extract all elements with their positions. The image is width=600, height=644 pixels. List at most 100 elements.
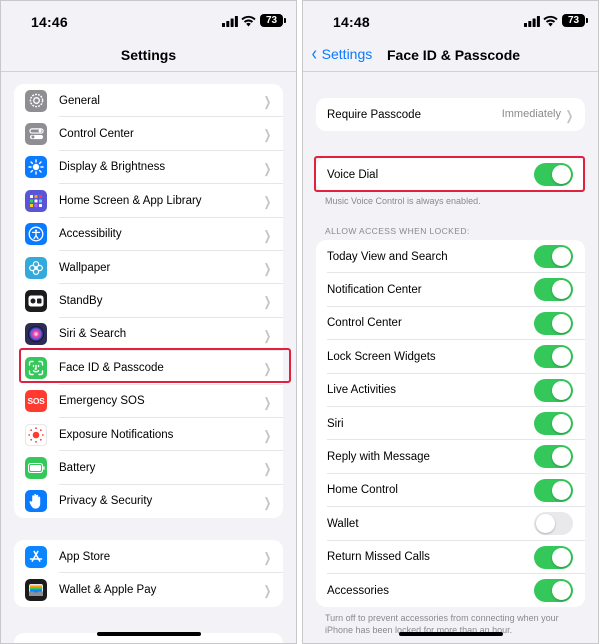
settings-row-label: Battery — [59, 461, 96, 474]
chevron-right-icon: ❯ — [565, 108, 574, 123]
home-grid-icon — [25, 189, 47, 212]
settings-row-home-screen-app-library[interactable]: Home Screen & App Library ❯ — [14, 184, 283, 218]
settings-screen: 14:46 73 Settings General ❯ Control Center… — [0, 0, 297, 644]
chevron-right-icon: ❯ — [263, 227, 272, 243]
cellular-signal-icon — [222, 16, 238, 27]
chevron-right-icon: ❯ — [263, 394, 272, 410]
locked-access-row: Home Control — [316, 474, 585, 508]
require-passcode-row[interactable]: Require Passcode Immediately ❯ — [316, 98, 585, 131]
settings-row-label: Wallet & Apple Pay — [59, 584, 157, 597]
settings-row-wallet-apple-pay[interactable]: Wallet & Apple Pay ❯ — [14, 573, 283, 606]
exposure-icon — [25, 423, 47, 446]
highlight-face-id-row — [19, 348, 291, 383]
voice-dial-footer: Music Voice Control is always enabled. — [325, 196, 481, 206]
gear-icon — [25, 89, 47, 112]
home-indicator — [398, 632, 503, 636]
locked-access-toggle[interactable] — [534, 278, 573, 302]
locked-access-toggle[interactable] — [534, 245, 573, 268]
highlight-voice-dial-row — [314, 156, 585, 192]
page-title: Settings — [120, 47, 177, 63]
settings-row-label: Privacy & Security — [59, 495, 153, 508]
wifi-icon — [241, 15, 256, 27]
home-indicator — [96, 632, 201, 636]
status-bar: 14:46 73 — [1, 1, 296, 41]
settings-row-label: Siri & Search — [59, 328, 127, 341]
battery-indicator: 73 — [260, 14, 286, 27]
app-store-icon — [25, 545, 47, 568]
locked-access-toggle[interactable] — [534, 378, 573, 402]
chevron-right-icon: ❯ — [263, 494, 272, 510]
chevron-right-icon: ❯ — [263, 461, 272, 477]
locked-access-row: Return Missed Calls — [316, 541, 585, 575]
require-passcode-value: Immediately — [501, 108, 561, 120]
sos-icon: SOS — [25, 390, 47, 413]
locked-access-toggle[interactable] — [534, 311, 573, 335]
siri-icon — [25, 323, 47, 346]
settings-group-apps: App Store ❯ Wallet & Apple Pay ❯ — [14, 540, 283, 607]
settings-row-label: App Store — [59, 550, 111, 563]
settings-row-emergency-sos[interactable]: SOS Emergency SOS ❯ — [14, 385, 283, 419]
status-time: 14:48 — [333, 14, 370, 30]
locked-access-toggle[interactable] — [534, 345, 573, 369]
settings-row-label: Home Screen & App Library — [59, 194, 202, 207]
settings-row-wallpaper[interactable]: Wallpaper ❯ — [14, 251, 283, 285]
locked-access-toggle[interactable] — [534, 445, 573, 469]
chevron-right-icon: ❯ — [263, 294, 272, 310]
nav-bar: Settings — [1, 41, 296, 71]
locked-access-row: Live Activities — [316, 374, 585, 408]
settings-row-label: Emergency SOS — [59, 395, 145, 408]
settings-row-battery[interactable]: Battery ❯ — [14, 451, 283, 486]
settings-row-app-store[interactable]: App Store ❯ — [14, 540, 283, 574]
locked-access-toggle[interactable] — [534, 578, 573, 602]
flower-icon — [25, 256, 47, 279]
battery-icon — [25, 456, 47, 479]
chevron-right-icon: ❯ — [263, 260, 272, 276]
battery-indicator: 73 — [562, 14, 588, 27]
back-button[interactable]: ‹ Settings — [311, 43, 373, 65]
settings-row-display-brightness[interactable]: Display & Brightness ❯ — [14, 151, 283, 185]
face-id-passcode-screen: 14:48 73 ‹ Settings Face ID & Passcode R… — [302, 0, 599, 644]
back-button-label: Settings — [321, 46, 373, 62]
status-time: 14:46 — [31, 14, 68, 30]
control-center-icon — [25, 123, 47, 146]
settings-row-label: Control Center — [59, 128, 134, 141]
locked-access-row: Wallet — [316, 507, 585, 541]
nav-divider — [303, 71, 598, 72]
settings-row-label: StandBy — [59, 295, 103, 308]
chevron-right-icon: ❯ — [263, 550, 272, 565]
chevron-right-icon: ❯ — [263, 194, 272, 210]
locked-access-row: Accessories — [316, 574, 585, 607]
locked-access-header: ALLOW ACCESS WHEN LOCKED: — [325, 226, 470, 236]
accessibility-icon — [25, 223, 47, 246]
chevron-right-icon: ❯ — [263, 583, 272, 599]
status-bar: 14:48 73 — [303, 1, 598, 41]
sun-icon — [25, 156, 47, 179]
locked-access-toggle[interactable] — [534, 478, 573, 502]
locked-access-group: Today View and Search Notification Center… — [316, 240, 585, 608]
settings-group-main: General ❯ Control Center ❯ Display & Brightn… — [14, 84, 283, 519]
settings-row-exposure-notifications[interactable]: Exposure Notifications ❯ — [14, 418, 283, 452]
locked-access-toggle[interactable] — [534, 545, 573, 569]
wallet-icon — [25, 579, 47, 602]
locked-access-toggle[interactable] — [534, 411, 573, 435]
settings-row-privacy-security[interactable]: Privacy & Security ❯ — [14, 485, 283, 518]
locked-access-row: Notification Center — [316, 273, 585, 308]
chevron-left-icon: ‹ — [311, 43, 318, 65]
chevron-right-icon: ❯ — [263, 160, 272, 176]
settings-row-standby[interactable]: StandBy ❯ — [14, 284, 283, 319]
chevron-right-icon: ❯ — [263, 427, 272, 443]
nav-divider — [1, 71, 296, 72]
settings-row-label: Exposure Notifications — [59, 428, 174, 441]
locked-access-row: Siri — [316, 407, 585, 441]
settings-row-label: Wallpaper — [59, 261, 111, 274]
locked-access-row: Control Center — [316, 307, 585, 341]
settings-row-siri-search[interactable]: Siri & Search ❯ — [14, 318, 283, 352]
settings-row-general[interactable]: General ❯ — [14, 84, 283, 118]
settings-row-accessibility[interactable]: Accessibility ❯ — [14, 218, 283, 252]
page-title: Face ID & Passcode — [387, 47, 521, 63]
settings-row-control-center[interactable]: Control Center ❯ — [14, 117, 283, 152]
chevron-right-icon: ❯ — [263, 94, 272, 109]
settings-row-label: Display & Brightness — [59, 161, 166, 174]
locked-access-toggle[interactable] — [534, 512, 573, 536]
wifi-icon — [543, 15, 558, 27]
